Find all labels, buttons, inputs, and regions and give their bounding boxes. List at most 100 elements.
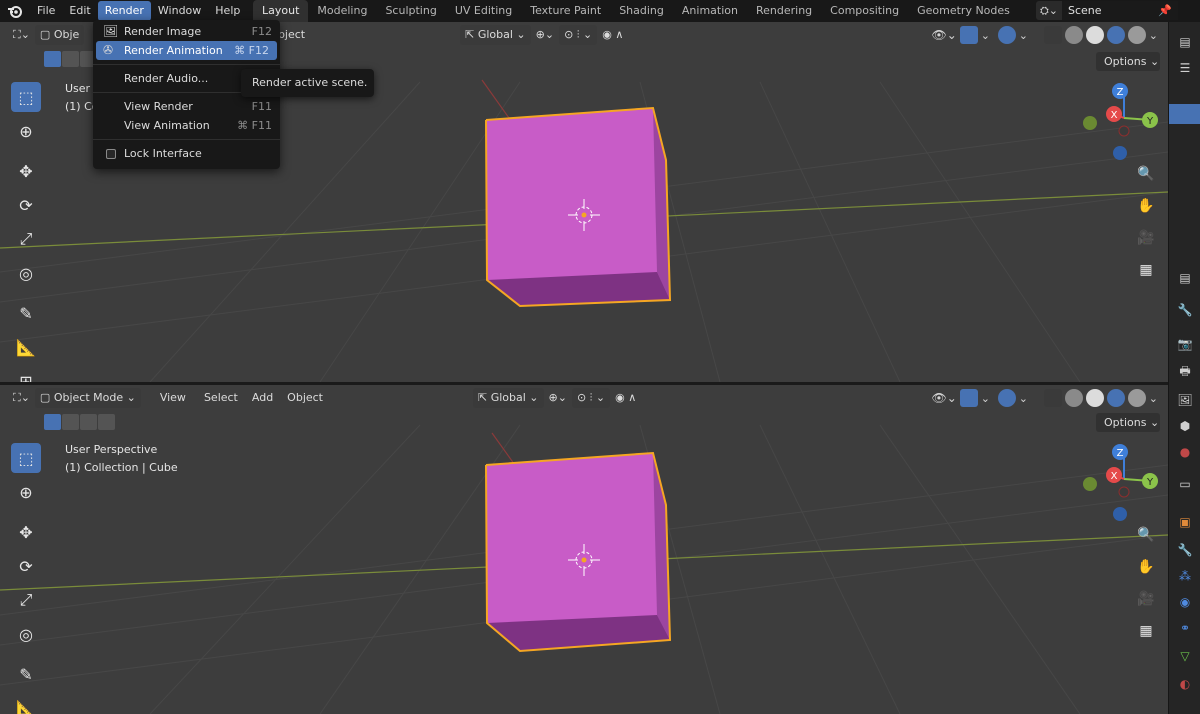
menu-file[interactable]: File (30, 1, 62, 21)
solid-shading-icon[interactable] (1085, 389, 1104, 407)
particles-properties-icon[interactable]: ⁂ (1175, 566, 1195, 586)
data-properties-icon[interactable]: ▽ (1175, 646, 1195, 666)
constraints-properties-icon[interactable]: ⚭ (1175, 618, 1195, 638)
camera-view-icon[interactable]: 🎥 (1134, 587, 1158, 611)
move-tool-icon[interactable]: ✥ (11, 517, 41, 547)
overlay-dropdown-icon[interactable]: ⌄ (1019, 392, 1041, 405)
overlay-toggle-icon[interactable] (997, 389, 1016, 407)
zoom-icon[interactable]: 🔍 (1134, 162, 1158, 186)
menu-view[interactable]: View (155, 388, 191, 408)
cursor-tool-icon[interactable]: ⊕ (11, 116, 41, 146)
visibility-icon[interactable]: 👁⌄ (931, 391, 956, 405)
viewport-bottom[interactable]: ⛶⌄ ▢ Object Mode ⌄ View Select Add Objec… (0, 385, 1168, 714)
scene-selector[interactable]: ⛭⌄ Scene 📌 (1036, 1, 1178, 20)
material-properties-icon[interactable]: ◐ (1175, 674, 1195, 694)
modifier-properties-icon[interactable]: 🔧 (1175, 540, 1195, 560)
render-image-item[interactable]: 🖼 Render Image F12 (93, 22, 280, 41)
visibility-icon[interactable]: 👁⌄ (931, 28, 956, 42)
xray-icon[interactable] (1043, 389, 1062, 407)
viewport-bottom-canvas[interactable] (0, 385, 1168, 714)
rendered-shading-icon[interactable] (1127, 389, 1146, 407)
outliner-view-icon[interactable]: ☰ (1175, 58, 1195, 78)
gizmo-neg-x[interactable] (1118, 125, 1130, 137)
transform-tool-icon[interactable]: ◎ (11, 619, 41, 649)
navigation-gizmo[interactable]: Z Y X (1080, 441, 1162, 525)
tab-compositing[interactable]: Compositing (821, 0, 908, 22)
tab-sculpting[interactable]: Sculpting (376, 0, 445, 22)
zoom-icon[interactable]: 🔍 (1134, 523, 1158, 547)
material-shading-icon[interactable] (1106, 389, 1125, 407)
select-extend-icon[interactable] (62, 414, 79, 430)
select-new-icon[interactable] (44, 51, 61, 67)
transform-orientation[interactable]: ⇱ Global ⌄ (460, 25, 531, 45)
gizmo-neg-y[interactable] (1083, 477, 1097, 491)
view-layer-icon[interactable]: 🖼 (1175, 390, 1195, 410)
tab-uv-editing[interactable]: UV Editing (446, 0, 521, 22)
properties-header-icon[interactable]: ▤ (1175, 268, 1195, 288)
view-animation-item[interactable]: View Animation ⌘ F11 (93, 116, 280, 135)
select-box-tool-icon[interactable]: ⬚ (11, 443, 41, 473)
navigation-gizmo[interactable]: Z Y X (1080, 80, 1162, 164)
gizmo-neg-y[interactable] (1083, 116, 1097, 130)
menu-window[interactable]: Window (151, 1, 208, 21)
options-dropdown[interactable]: Options ⌄ (1096, 52, 1160, 71)
lock-interface-item[interactable]: Lock Interface (93, 144, 280, 163)
physics-properties-icon[interactable]: ◉ (1175, 592, 1195, 612)
xray-icon[interactable] (1043, 26, 1062, 44)
world-properties-icon[interactable]: ● (1175, 442, 1195, 462)
snap-icon[interactable]: ⊙ ⫶ ⌄ (571, 388, 611, 408)
proportional-icon[interactable]: ◉ ∧ (597, 25, 628, 45)
render-animation-item[interactable]: ✇ Render Animation ⌘ F12 (96, 41, 277, 60)
overlay-toggle-icon[interactable] (997, 26, 1016, 44)
shading-dropdown-icon[interactable]: ⌄ (1149, 392, 1158, 405)
tool-properties-icon[interactable]: 🔧 (1175, 300, 1195, 320)
mode-selector[interactable]: ▢ Obje (34, 25, 85, 45)
outliner-filter-icon[interactable]: ▤ (1175, 32, 1195, 52)
gizmo-neg-z[interactable] (1113, 146, 1127, 160)
menu-add[interactable]: Add (247, 388, 278, 408)
gizmo-dropdown-icon[interactable]: ⌄ (981, 392, 995, 405)
gizmo-toggle-icon[interactable] (959, 26, 978, 44)
output-properties-icon[interactable]: 🖶 (1175, 362, 1195, 382)
solid-shading-icon[interactable] (1085, 26, 1104, 44)
rendered-shading-icon[interactable] (1127, 26, 1146, 44)
menu-object[interactable]: Object (282, 388, 328, 408)
overlay-dropdown-icon[interactable]: ⌄ (1019, 29, 1041, 42)
gizmo-neg-x[interactable] (1118, 486, 1130, 498)
shading-dropdown-icon[interactable]: ⌄ (1149, 29, 1158, 42)
proportional-icon[interactable]: ◉ ∧ (610, 388, 641, 408)
menu-render[interactable]: Render (97, 1, 151, 21)
menu-select[interactable]: Select (199, 388, 243, 408)
select-new-icon[interactable] (44, 414, 61, 430)
tab-layout[interactable]: Layout (253, 0, 309, 22)
tab-shading[interactable]: Shading (610, 0, 673, 22)
editor-type-button[interactable]: ⛶⌄ (8, 25, 35, 45)
transform-tool-icon[interactable]: ◎ (11, 258, 41, 288)
scale-tool-icon[interactable]: ⤢ (11, 585, 41, 615)
tab-geometry-nodes[interactable]: Geometry Nodes (908, 0, 1019, 22)
menu-edit[interactable]: Edit (62, 1, 97, 21)
measure-tool-icon[interactable]: 📐 (11, 332, 41, 362)
pivot-icon[interactable]: ⊕⌄ (531, 25, 559, 45)
render-properties-icon[interactable]: 📷 (1175, 334, 1195, 354)
annotate-tool-icon[interactable]: ✎ (11, 659, 41, 689)
rotate-tool-icon[interactable]: ⟳ (11, 551, 41, 581)
select-intersect-icon[interactable] (98, 414, 115, 430)
lock-interface-checkbox[interactable] (106, 149, 116, 159)
material-shading-icon[interactable] (1106, 26, 1125, 44)
mode-selector[interactable]: ▢ Object Mode ⌄ (34, 388, 141, 408)
gizmo-toggle-icon[interactable] (959, 389, 978, 407)
pivot-icon[interactable]: ⊕⌄ (544, 388, 572, 408)
select-subtract-icon[interactable] (80, 414, 97, 430)
wireframe-shading-icon[interactable] (1064, 389, 1083, 407)
tab-modeling[interactable]: Modeling (308, 0, 376, 22)
perspective-toggle-icon[interactable]: ▦ (1134, 619, 1158, 643)
collection-properties-icon[interactable]: ▭ (1175, 474, 1195, 494)
view-render-item[interactable]: View Render F11 (93, 97, 280, 116)
object-properties-icon[interactable]: ▣ (1175, 512, 1195, 532)
tab-rendering[interactable]: Rendering (747, 0, 821, 22)
scene-icon[interactable]: ⛭⌄ (1036, 1, 1062, 20)
select-box-tool-icon[interactable]: ⬚ (11, 82, 41, 112)
move-tool-icon[interactable]: ✥ (11, 156, 41, 186)
pan-hand-icon[interactable]: ✋ (1134, 555, 1158, 579)
